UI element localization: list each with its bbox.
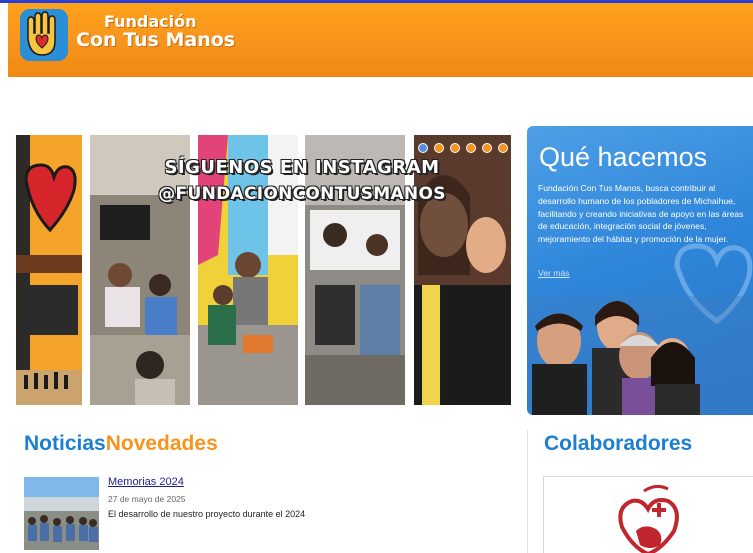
slider-panel-1[interactable] [16,135,82,405]
column-divider [527,430,528,553]
slider-dot-5[interactable] [482,143,492,153]
instagram-overlay: SÍGUENOS EN INSTAGRAM @FUNDACIONCONTUSMA… [92,157,512,204]
news-heading: NoticiasNovedades [24,432,218,456]
instagram-line-1: SÍGUENOS EN INSTAGRAM [164,157,440,178]
slider-dot-4[interactable] [466,143,476,153]
news-heading-part1: Noticias [24,432,106,455]
brand-name[interactable]: Fundación Con Tus Manos [76,13,235,51]
logo-hands-icon[interactable] [20,9,68,61]
ver-mas-link[interactable]: Ver más [538,268,570,278]
brand-line-2: Con Tus Manos [76,29,236,51]
que-hacemos-text: Fundación Con Tus Manos, busca contribui… [538,183,744,245]
slider-dot-6[interactable] [498,143,508,153]
news-item-description: El desarrollo de nuestro proyecto durant… [108,509,306,519]
collaborators-heading: Colaboradores [544,432,693,455]
que-hacemos-card: Qué hacemos Fundación Con Tus Manos, bus… [527,126,753,415]
slider-dot-2[interactable] [434,143,444,153]
brand-line-1: Fundación [104,12,197,31]
slider-dot-3[interactable] [450,143,460,153]
slider-dot-1[interactable] [418,143,428,153]
slider-dots [418,143,508,153]
collaborator-heart-logo-icon [618,484,679,553]
news-thumbnail[interactable] [24,477,99,550]
site-header: Fundación Con Tus Manos [8,3,753,77]
news-item-date: 27 de mayo de 2025 [108,494,186,504]
news-item-title[interactable]: Memorias 2024 [108,476,184,488]
instagram-handle: @FUNDACIONCONTUSMANOS [158,184,446,204]
collaborator-logo-card[interactable] [543,476,753,553]
news-heading-part2: Novedades [105,432,218,455]
que-hacemos-title: Qué hacemos [539,142,708,172]
